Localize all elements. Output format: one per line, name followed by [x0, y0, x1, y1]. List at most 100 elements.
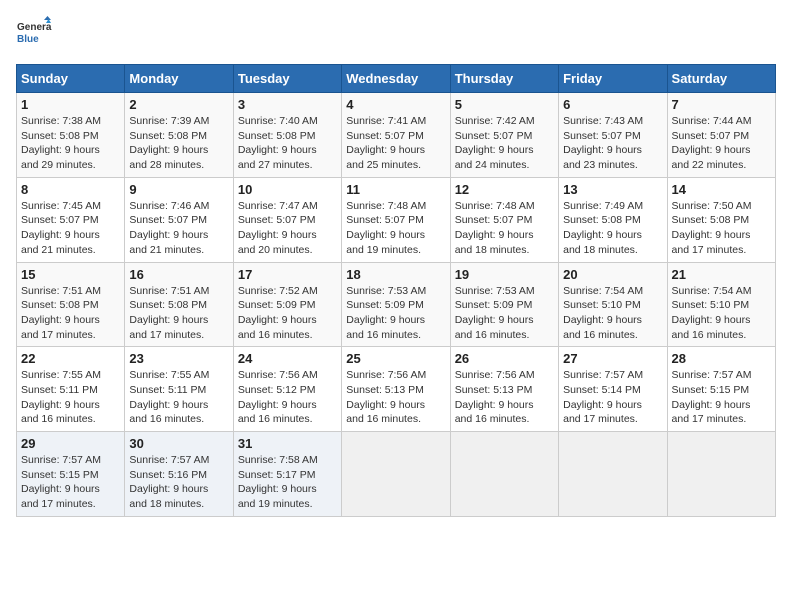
calendar-cell: 7Sunrise: 7:44 AM Sunset: 5:07 PM Daylig…: [667, 93, 775, 178]
calendar-cell: 27 Sunrise: 7:57 AM Sunset: 5:14 PM Dayli…: [559, 347, 667, 432]
day-info: Sunrise: 7:50 AM Sunset: 5:08 PM Dayligh…: [672, 199, 771, 258]
day-number: 16: [129, 267, 228, 282]
calendar-cell: [559, 432, 667, 517]
day-number: 31: [238, 436, 337, 451]
calendar-cell: 24Sunrise: 7:56 AM Sunset: 5:12 PM Dayli…: [233, 347, 341, 432]
day-number: 15: [21, 267, 120, 282]
calendar-cell: 19 Sunrise: 7:53 AM Sunset: 5:09 PM Dayli…: [450, 262, 558, 347]
calendar-cell: 5 Sunrise: 7:42 AM Sunset: 5:07 PM Daylig…: [450, 93, 558, 178]
calendar-cell: 1 Sunrise: 7:38 AM Sunset: 5:08 PM Daylig…: [17, 93, 125, 178]
day-info: Sunrise: 7:38 AM Sunset: 5:08 PM Dayligh…: [21, 114, 120, 173]
weekday-thursday: Thursday: [450, 65, 558, 93]
week-row-4: 22Sunrise: 7:55 AM Sunset: 5:11 PM Dayli…: [17, 347, 776, 432]
weekday-header-row: SundayMondayTuesdayWednesdayThursdayFrid…: [17, 65, 776, 93]
day-number: 20: [563, 267, 662, 282]
week-row-2: 8Sunrise: 7:45 AM Sunset: 5:07 PM Daylig…: [17, 177, 776, 262]
weekday-friday: Friday: [559, 65, 667, 93]
calendar-cell: 9 Sunrise: 7:46 AM Sunset: 5:07 PM Daylig…: [125, 177, 233, 262]
day-number: 25: [346, 351, 445, 366]
day-number: 26: [455, 351, 554, 366]
day-info: Sunrise: 7:54 AM Sunset: 5:10 PM Dayligh…: [672, 284, 771, 343]
calendar-cell: 29 Sunrise: 7:57 AM Sunset: 5:15 PM Dayli…: [17, 432, 125, 517]
day-number: 7: [672, 97, 771, 112]
logo: General Blue: [16, 16, 52, 52]
day-number: 9: [129, 182, 228, 197]
logo-graphic: General Blue: [16, 16, 52, 52]
day-number: 18: [346, 267, 445, 282]
calendar-cell: 28Sunrise: 7:57 AM Sunset: 5:15 PM Dayli…: [667, 347, 775, 432]
calendar-cell: 14 Sunrise: 7:50 AM Sunset: 5:08 PM Dayli…: [667, 177, 775, 262]
weekday-saturday: Saturday: [667, 65, 775, 93]
day-number: 4: [346, 97, 445, 112]
day-number: 1: [21, 97, 120, 112]
day-info: Sunrise: 7:54 AM Sunset: 5:10 PM Dayligh…: [563, 284, 662, 343]
day-number: 6: [563, 97, 662, 112]
day-number: 10: [238, 182, 337, 197]
calendar-cell: 8Sunrise: 7:45 AM Sunset: 5:07 PM Daylig…: [17, 177, 125, 262]
day-number: 2: [129, 97, 228, 112]
calendar-cell: 21 Sunrise: 7:54 AM Sunset: 5:10 PM Dayli…: [667, 262, 775, 347]
weekday-wednesday: Wednesday: [342, 65, 450, 93]
day-number: 11: [346, 182, 445, 197]
day-number: 3: [238, 97, 337, 112]
day-number: 21: [672, 267, 771, 282]
calendar-cell: 13 Sunrise: 7:49 AM Sunset: 5:08 PM Dayli…: [559, 177, 667, 262]
day-info: Sunrise: 7:55 AM Sunset: 5:11 PM Dayligh…: [21, 368, 120, 427]
day-info: Sunrise: 7:40 AM Sunset: 5:08 PM Dayligh…: [238, 114, 337, 173]
week-row-5: 29 Sunrise: 7:57 AM Sunset: 5:15 PM Dayli…: [17, 432, 776, 517]
day-info: Sunrise: 7:51 AM Sunset: 5:08 PM Dayligh…: [21, 284, 120, 343]
day-number: 14: [672, 182, 771, 197]
day-info: Sunrise: 7:45 AM Sunset: 5:07 PM Dayligh…: [21, 199, 120, 258]
day-info: Sunrise: 7:58 AM Sunset: 5:17 PM Dayligh…: [238, 453, 337, 512]
calendar-cell: 30Sunrise: 7:57 AM Sunset: 5:16 PM Dayli…: [125, 432, 233, 517]
day-number: 19: [455, 267, 554, 282]
calendar-cell: 15 Sunrise: 7:51 AM Sunset: 5:08 PM Dayli…: [17, 262, 125, 347]
day-info: Sunrise: 7:52 AM Sunset: 5:09 PM Dayligh…: [238, 284, 337, 343]
calendar-cell: 31 Sunrise: 7:58 AM Sunset: 5:17 PM Dayli…: [233, 432, 341, 517]
calendar-cell: [667, 432, 775, 517]
day-info: Sunrise: 7:55 AM Sunset: 5:11 PM Dayligh…: [129, 368, 228, 427]
day-info: Sunrise: 7:57 AM Sunset: 5:15 PM Dayligh…: [21, 453, 120, 512]
calendar-cell: [342, 432, 450, 517]
day-number: 29: [21, 436, 120, 451]
day-info: Sunrise: 7:46 AM Sunset: 5:07 PM Dayligh…: [129, 199, 228, 258]
day-number: 24: [238, 351, 337, 366]
day-info: Sunrise: 7:57 AM Sunset: 5:14 PM Dayligh…: [563, 368, 662, 427]
calendar-cell: 3 Sunrise: 7:40 AM Sunset: 5:08 PM Daylig…: [233, 93, 341, 178]
day-info: Sunrise: 7:42 AM Sunset: 5:07 PM Dayligh…: [455, 114, 554, 173]
calendar-cell: 17Sunrise: 7:52 AM Sunset: 5:09 PM Dayli…: [233, 262, 341, 347]
day-number: 13: [563, 182, 662, 197]
week-row-1: 1 Sunrise: 7:38 AM Sunset: 5:08 PM Daylig…: [17, 93, 776, 178]
calendar-cell: 23 Sunrise: 7:55 AM Sunset: 5:11 PM Dayli…: [125, 347, 233, 432]
day-info: Sunrise: 7:43 AM Sunset: 5:07 PM Dayligh…: [563, 114, 662, 173]
day-number: 5: [455, 97, 554, 112]
day-info: Sunrise: 7:53 AM Sunset: 5:09 PM Dayligh…: [346, 284, 445, 343]
calendar-cell: 16 Sunrise: 7:51 AM Sunset: 5:08 PM Dayli…: [125, 262, 233, 347]
page-header: General Blue: [16, 16, 776, 52]
calendar-cell: 18 Sunrise: 7:53 AM Sunset: 5:09 PM Dayli…: [342, 262, 450, 347]
weekday-sunday: Sunday: [17, 65, 125, 93]
day-info: Sunrise: 7:56 AM Sunset: 5:13 PM Dayligh…: [455, 368, 554, 427]
day-number: 23: [129, 351, 228, 366]
calendar-cell: [450, 432, 558, 517]
day-number: 30: [129, 436, 228, 451]
calendar-cell: 25 Sunrise: 7:56 AM Sunset: 5:13 PM Dayli…: [342, 347, 450, 432]
day-info: Sunrise: 7:56 AM Sunset: 5:13 PM Dayligh…: [346, 368, 445, 427]
day-info: Sunrise: 7:53 AM Sunset: 5:09 PM Dayligh…: [455, 284, 554, 343]
day-info: Sunrise: 7:49 AM Sunset: 5:08 PM Dayligh…: [563, 199, 662, 258]
calendar-cell: 4 Sunrise: 7:41 AM Sunset: 5:07 PM Daylig…: [342, 93, 450, 178]
calendar-cell: 26 Sunrise: 7:56 AM Sunset: 5:13 PM Dayli…: [450, 347, 558, 432]
calendar-cell: 22Sunrise: 7:55 AM Sunset: 5:11 PM Dayli…: [17, 347, 125, 432]
day-info: Sunrise: 7:48 AM Sunset: 5:07 PM Dayligh…: [455, 199, 554, 258]
day-info: Sunrise: 7:39 AM Sunset: 5:08 PM Dayligh…: [129, 114, 228, 173]
weekday-monday: Monday: [125, 65, 233, 93]
day-info: Sunrise: 7:57 AM Sunset: 5:15 PM Dayligh…: [672, 368, 771, 427]
day-info: Sunrise: 7:41 AM Sunset: 5:07 PM Dayligh…: [346, 114, 445, 173]
day-number: 27: [563, 351, 662, 366]
week-row-3: 15 Sunrise: 7:51 AM Sunset: 5:08 PM Dayli…: [17, 262, 776, 347]
weekday-tuesday: Tuesday: [233, 65, 341, 93]
calendar-cell: 11Sunrise: 7:48 AM Sunset: 5:07 PM Dayli…: [342, 177, 450, 262]
calendar-cell: 2 Sunrise: 7:39 AM Sunset: 5:08 PM Daylig…: [125, 93, 233, 178]
svg-text:General: General: [17, 22, 52, 33]
day-info: Sunrise: 7:51 AM Sunset: 5:08 PM Dayligh…: [129, 284, 228, 343]
